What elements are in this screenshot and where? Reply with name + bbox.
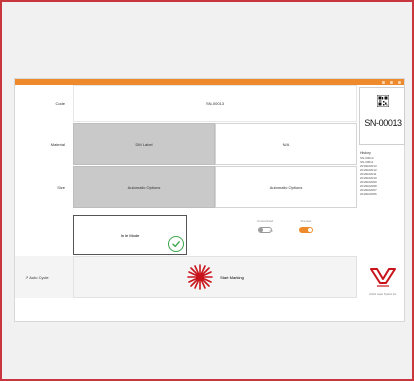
size-option-2[interactable]: Automatic Options xyxy=(215,166,357,208)
code-label: Code xyxy=(55,101,65,106)
laser-icon xyxy=(186,263,214,292)
size-label: Size xyxy=(57,184,65,190)
auto-cycle-toggle[interactable]: ↗ Auto Cycle xyxy=(15,256,73,298)
history-list: History SN-00013 SN-00011 2019022013 201… xyxy=(360,151,405,196)
qr-code-icon xyxy=(376,94,390,108)
logo-mark-icon xyxy=(370,268,396,287)
check-circle-icon xyxy=(168,236,184,252)
code-row: Code SN-00013 xyxy=(15,85,357,122)
toggle-group: Unrestricted Off Preview xyxy=(247,219,337,249)
right-panel: SN-00013 History SN-00013 SN-00011 20190… xyxy=(359,85,405,323)
minimize-button[interactable] xyxy=(382,80,385,84)
preview-toggle[interactable]: Preview xyxy=(291,219,321,233)
start-row: In le Mode Unrestricted Off Preview xyxy=(15,209,357,255)
material-option-na[interactable]: N/A xyxy=(215,123,357,165)
list-item[interactable]: 2019022006 xyxy=(360,192,405,196)
app-window: Code SN-00013 Material DM Label N/A Size… xyxy=(14,78,405,322)
serial-number: SN-00013 xyxy=(364,118,402,128)
start-mode-button[interactable]: In le Mode xyxy=(73,215,187,255)
material-row: Material DM Label N/A xyxy=(15,123,357,165)
start-marking-label: Start Marking xyxy=(220,274,244,280)
start-mode-label: In le Mode xyxy=(120,232,140,238)
code-value-field[interactable]: SN-00013 xyxy=(73,85,357,122)
logo-caption: LOGO Laser System Inc. xyxy=(369,293,397,296)
unrestricted-off-label: Off xyxy=(269,229,273,233)
start-marking-button[interactable]: Start Marking xyxy=(73,256,357,298)
marking-row: ↗ Auto Cycle Start Marking xyxy=(15,256,357,298)
maximize-button[interactable] xyxy=(390,80,393,84)
material-label: Material xyxy=(50,141,65,147)
serial-card: SN-00013 xyxy=(359,87,405,145)
size-row: Size Automatic Options Automatic Options xyxy=(15,166,357,208)
preview-switch[interactable] xyxy=(299,227,313,233)
size-option-1[interactable]: Automatic Options xyxy=(73,166,215,208)
close-button[interactable] xyxy=(398,80,401,84)
unrestricted-label: Unrestricted xyxy=(256,219,274,223)
unrestricted-toggle[interactable]: Unrestricted Off xyxy=(247,219,283,233)
preview-label: Preview xyxy=(300,219,312,223)
history-title: History xyxy=(360,151,371,155)
main-panel: Code SN-00013 Material DM Label N/A Size… xyxy=(15,85,357,323)
company-logo: LOGO Laser System Inc. xyxy=(363,267,403,307)
material-option-dm-label[interactable]: DM Label xyxy=(73,123,215,165)
